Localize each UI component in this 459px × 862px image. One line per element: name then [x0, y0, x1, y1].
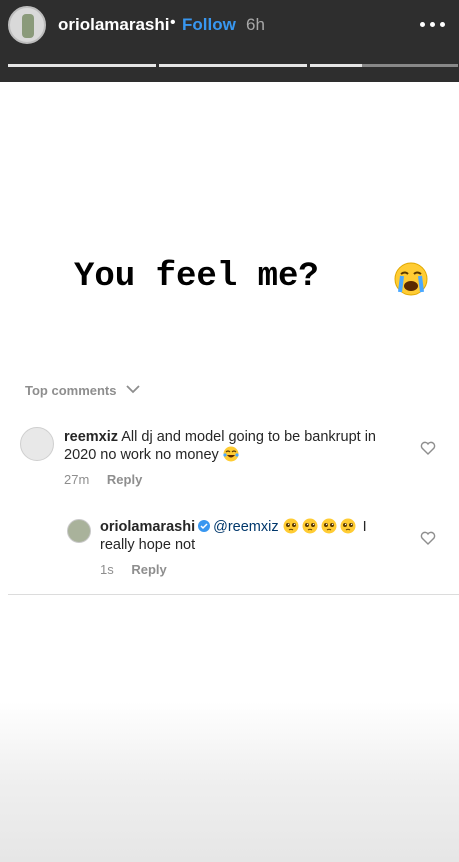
mention-link[interactable]: @reemxiz	[213, 519, 278, 535]
comment-username[interactable]: reemxiz	[64, 429, 118, 445]
comment-body: reemxiz All dj and model going to be ban…	[64, 428, 404, 464]
top-comments-label[interactable]: Top comments	[25, 383, 117, 398]
story-progress-segment-1	[8, 64, 156, 67]
story-username[interactable]: oriolamarashi	[58, 15, 170, 35]
loudly-crying-face-emoji-icon	[394, 262, 428, 296]
story-progress-segment-2	[159, 64, 307, 67]
pleading-face-emoji-icon	[321, 518, 337, 534]
pleading-face-emoji-icon	[340, 518, 356, 534]
reply-avatar[interactable]	[67, 519, 91, 543]
chevron-down-icon[interactable]	[126, 384, 140, 394]
story-header: oriolamarashi • Follow 6h	[0, 0, 459, 82]
profile-avatar[interactable]	[8, 6, 46, 44]
reply-body: oriolamarashi @reemxiz I really hope not	[100, 518, 400, 554]
comment-meta: 27m Reply	[64, 472, 142, 487]
pleading-face-emoji-icon	[302, 518, 318, 534]
story-progress-segment-3-remaining	[362, 64, 458, 67]
follow-button[interactable]: Follow	[182, 15, 236, 35]
reply-meta: 1s Reply	[100, 562, 167, 577]
like-heart-icon[interactable]	[420, 441, 436, 455]
reply-time: 1s	[100, 562, 114, 577]
reply-button[interactable]: Reply	[131, 562, 166, 577]
reply-username[interactable]: oriolamarashi	[100, 519, 195, 535]
separator-dot: •	[170, 14, 176, 31]
commenter-avatar[interactable]	[20, 427, 54, 461]
story-background	[0, 595, 459, 862]
comment-time: 27m	[64, 472, 90, 487]
pleading-face-emoji-icon	[283, 518, 299, 534]
like-heart-icon[interactable]	[420, 531, 436, 545]
story-headline: You feel me?	[74, 258, 319, 296]
reply-button[interactable]: Reply	[107, 472, 142, 487]
story-timestamp: 6h	[246, 15, 265, 34]
story-progress-segment-3	[310, 64, 362, 67]
more-options-icon[interactable]	[418, 10, 448, 40]
tears-of-joy-emoji-icon	[223, 446, 239, 462]
verified-badge-icon	[198, 520, 211, 532]
